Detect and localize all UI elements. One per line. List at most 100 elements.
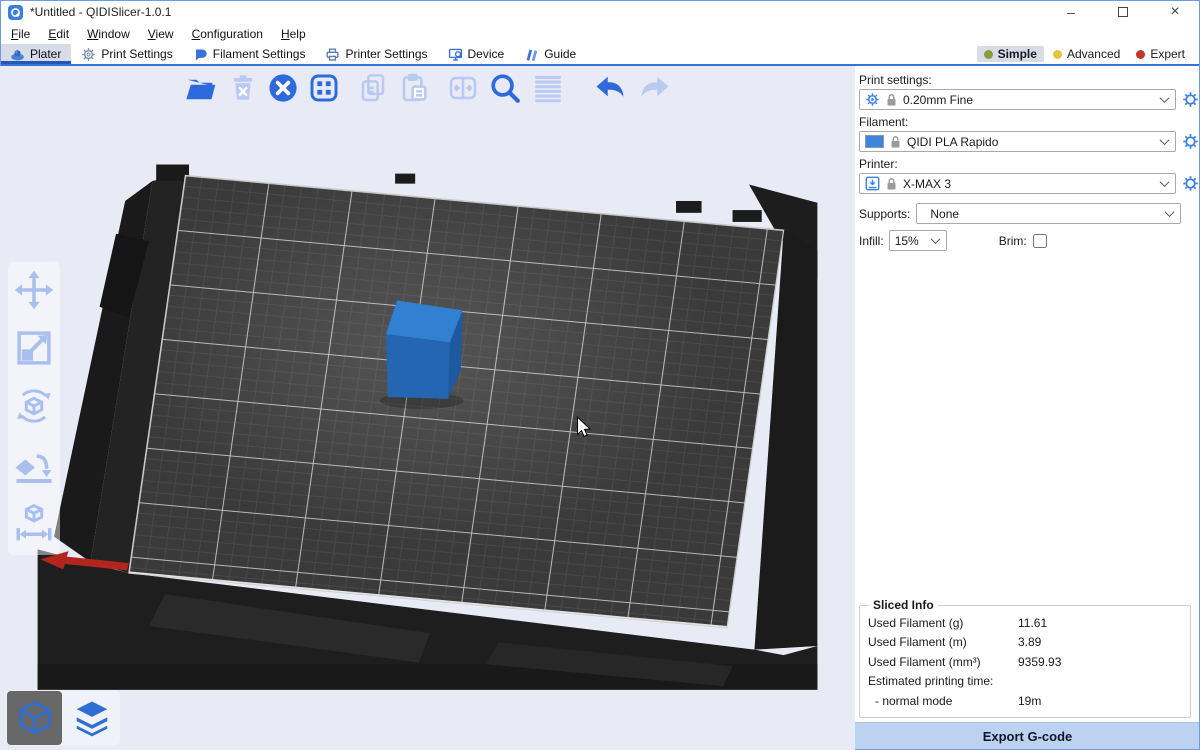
supports-value: None: [922, 207, 1160, 221]
expert-dot-icon: [1136, 50, 1145, 59]
infill-value: 15%: [895, 234, 926, 248]
title-bar: *Untitled - QIDISlicer-1.0.1 – ×: [0, 0, 1200, 24]
infill-select[interactable]: 15%: [889, 230, 947, 251]
menu-view[interactable]: View: [139, 27, 183, 41]
printer-icon: [865, 176, 880, 191]
layers-icon: [72, 698, 112, 738]
tab-printer-settings[interactable]: Printer Settings: [315, 44, 437, 64]
infill-label: Infill:: [859, 234, 884, 248]
tab-filament-settings[interactable]: Filament Settings: [183, 44, 316, 64]
window-title: *Untitled - QIDISlicer-1.0.1: [30, 5, 171, 19]
plater-toolbar: [183, 68, 673, 108]
preview-button[interactable]: [64, 691, 119, 745]
tab-plater[interactable]: Plater: [0, 44, 71, 64]
maximize-icon: [1118, 7, 1128, 17]
place-on-face-gizmo-button[interactable]: [13, 443, 55, 490]
variable-layer-height-button[interactable]: [531, 71, 565, 105]
tab-device[interactable]: Device: [438, 44, 515, 64]
printer-value: X-MAX 3: [903, 177, 1155, 191]
filament-color-swatch: [865, 135, 884, 148]
chevron-down-icon: [1160, 177, 1170, 187]
print-settings-label: Print settings:: [859, 73, 1200, 87]
close-button[interactable]: ×: [1164, 2, 1186, 22]
paste-button[interactable]: [398, 72, 430, 104]
simple-dot-icon: [984, 50, 993, 59]
mode-switcher: Simple Advanced Expert: [977, 44, 1200, 64]
qidislicer-window: { "window": { "title": "*Untitled - QIDI…: [0, 0, 1200, 750]
device-icon: [448, 47, 463, 62]
delete-all-button[interactable]: [267, 72, 299, 104]
printer-icon: [325, 47, 340, 62]
build-plate-scene: [0, 66, 855, 750]
3d-editor-view-button[interactable]: [7, 691, 62, 745]
undo-button[interactable]: [592, 70, 628, 106]
lock-icon: [890, 135, 901, 149]
sliced-info-title: Sliced Info: [869, 598, 938, 612]
printer-gear-button[interactable]: [1181, 175, 1199, 193]
gear-icon: [865, 92, 880, 107]
filament-gear-button[interactable]: [1181, 133, 1199, 151]
sliced-info-row: Used Filament (m) 3.89: [868, 633, 1182, 653]
export-gcode-button[interactable]: Export G-code: [855, 722, 1200, 750]
lock-icon: [886, 93, 897, 107]
mode-advanced[interactable]: Advanced: [1046, 46, 1127, 62]
tab-bar: Plater Print Settings Filament Settings …: [0, 44, 1200, 66]
gizmo-toolbar: [8, 262, 60, 555]
measure-gizmo-button[interactable]: [13, 501, 55, 548]
chevron-down-icon: [1160, 135, 1170, 145]
scale-gizmo-button[interactable]: [13, 327, 55, 374]
rotate-gizmo-button[interactable]: [13, 385, 55, 432]
viewport-3d[interactable]: [0, 66, 855, 750]
menu-help[interactable]: Help: [272, 27, 315, 41]
view-mode-toggle: [6, 690, 120, 746]
menu-bar: File Edit Window View Configuration Help: [0, 24, 1200, 44]
mode-simple[interactable]: Simple: [977, 46, 1044, 62]
redo-button[interactable]: [637, 70, 673, 106]
split-objects-button[interactable]: [447, 72, 479, 104]
settings-panel: Print settings: 0.20mm Fine Filament: QI…: [855, 66, 1200, 750]
tab-print-settings[interactable]: Print Settings: [71, 44, 182, 64]
app-logo-icon: [8, 5, 23, 20]
printer-select[interactable]: X-MAX 3: [859, 173, 1176, 194]
tab-guide[interactable]: Guide: [514, 44, 586, 64]
chevron-down-icon: [930, 234, 940, 244]
gear-icon: [81, 47, 96, 62]
supports-select[interactable]: None: [916, 203, 1181, 224]
brim-checkbox[interactable]: [1033, 234, 1047, 248]
chevron-down-icon: [1160, 93, 1170, 103]
plater-icon: [10, 47, 25, 62]
arrange-button[interactable]: [308, 72, 340, 104]
filament-select[interactable]: QIDI PLA Rapido: [859, 131, 1176, 152]
open-button[interactable]: [183, 70, 219, 106]
sliced-info-panel: Sliced Info Used Filament (g) 11.61 Used…: [859, 605, 1191, 719]
move-gizmo-button[interactable]: [13, 269, 55, 316]
print-settings-value: 0.20mm Fine: [903, 93, 1155, 107]
maximize-button[interactable]: [1112, 2, 1134, 22]
menu-window[interactable]: Window: [78, 27, 139, 41]
sliced-info-row: Estimated printing time:: [868, 672, 1182, 692]
sliced-info-row: Used Filament (g) 11.61: [868, 614, 1182, 634]
filament-icon: [193, 47, 208, 62]
filament-label: Filament:: [859, 115, 1200, 129]
advanced-dot-icon: [1053, 50, 1062, 59]
guide-icon: [524, 47, 539, 62]
chevron-down-icon: [1165, 207, 1175, 217]
mode-expert[interactable]: Expert: [1129, 46, 1192, 62]
copy-button[interactable]: [357, 72, 389, 104]
delete-button[interactable]: [228, 73, 258, 103]
supports-label: Supports:: [859, 207, 910, 221]
menu-configuration[interactable]: Configuration: [183, 27, 272, 41]
minimize-button[interactable]: –: [1060, 2, 1082, 22]
cube-icon: [15, 698, 55, 738]
print-settings-select[interactable]: 0.20mm Fine: [859, 89, 1176, 110]
lock-icon: [886, 177, 897, 191]
printer-label: Printer:: [859, 157, 1200, 171]
sliced-info-row: - normal mode 19m: [868, 692, 1182, 712]
menu-edit[interactable]: Edit: [39, 27, 78, 41]
filament-value: QIDI PLA Rapido: [907, 135, 1155, 149]
sliced-info-row: Used Filament (mm³) 9359.93: [868, 653, 1182, 673]
menu-file[interactable]: File: [2, 27, 39, 41]
brim-label: Brim:: [999, 234, 1027, 248]
print-settings-gear-button[interactable]: [1181, 91, 1199, 109]
search-button[interactable]: [488, 71, 522, 105]
